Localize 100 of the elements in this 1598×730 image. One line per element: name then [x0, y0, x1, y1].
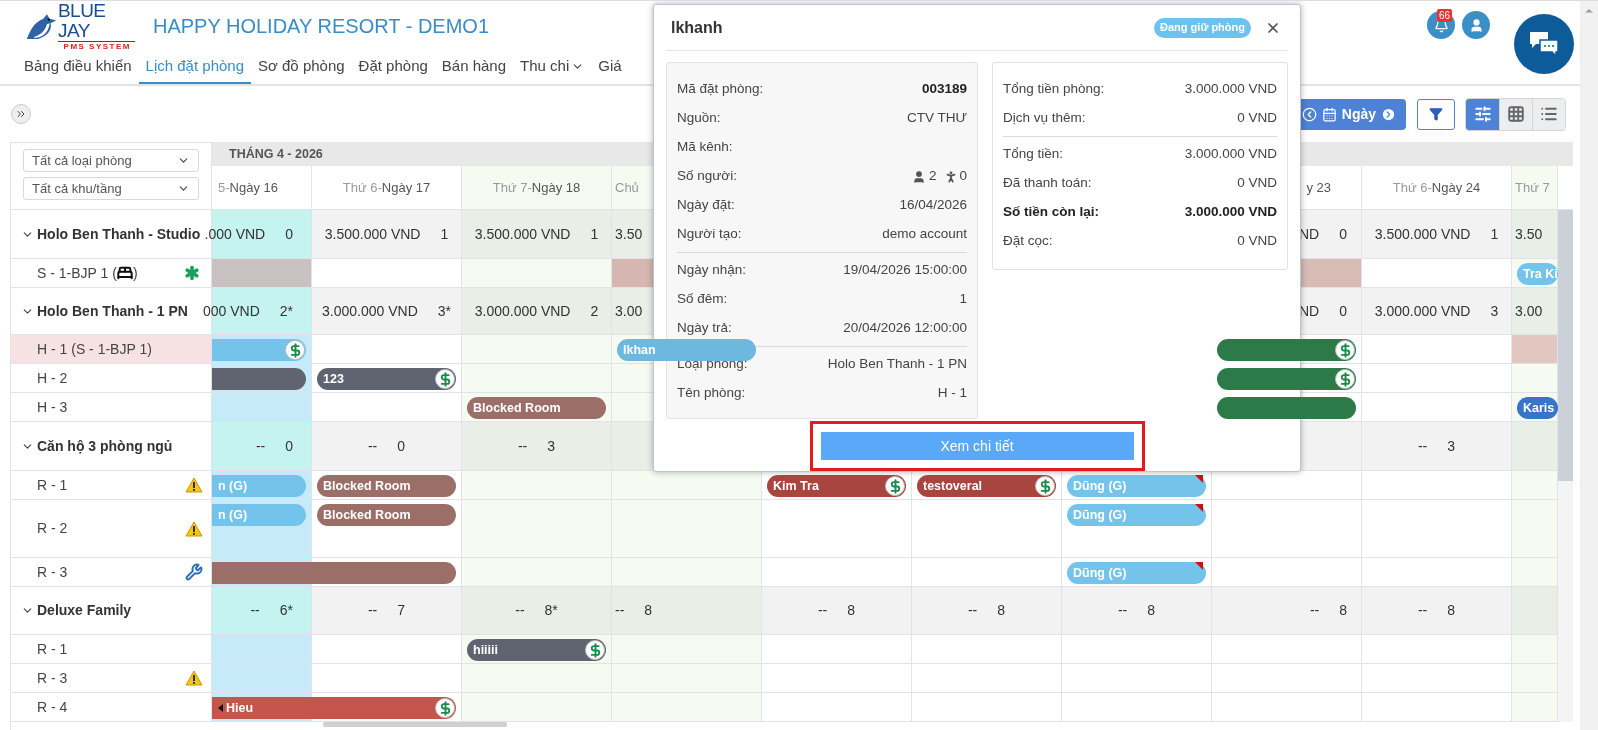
weekday-label: Thứ 7 — [1515, 178, 1550, 197]
room-type-name: Holo Ben Thanh - 1 PN — [37, 301, 188, 321]
price-text: -- — [255, 436, 266, 456]
day-label: Ngày 24 — [1431, 178, 1481, 197]
room-name: S - 1-BJP 1 ( — [37, 263, 117, 283]
field-label: Số đêm: — [677, 290, 728, 309]
count-text: 7 — [397, 601, 406, 620]
count-text: 3 — [1447, 436, 1456, 456]
weekday-label: Thứ 7- — [492, 178, 532, 197]
price-text: -- — [817, 601, 828, 620]
count-text: 0 — [285, 224, 293, 244]
count-text: 8 — [1447, 601, 1456, 620]
count-text: 0 — [285, 436, 293, 456]
field-value: 0 VND — [1237, 174, 1277, 193]
count-text: 2* — [279, 301, 293, 321]
field-value: 19/04/2026 15:00:00 — [843, 261, 967, 280]
count-text: 8* — [544, 601, 558, 620]
child-count: 0 — [959, 167, 967, 186]
weekday-label: 5- — [218, 178, 230, 197]
count-text: 8 — [847, 601, 856, 620]
field-label: Đã thanh toán: — [1003, 174, 1092, 193]
count-text: 6* — [279, 601, 293, 620]
room-name: R - 3 — [37, 668, 68, 688]
price-text: -- — [515, 601, 525, 620]
field-label: Tên phòng: — [677, 384, 746, 403]
field-label: Ngày nhận: — [677, 261, 747, 280]
field-value: H - 1 — [937, 384, 967, 403]
count-text: 0 — [1339, 301, 1347, 321]
count-text: 8 — [997, 601, 1006, 620]
price-text: -- — [615, 601, 625, 620]
field-value: 3.000.000 VND — [1184, 203, 1277, 222]
count-text: 3 — [547, 436, 556, 456]
room-type-name: Deluxe Family — [37, 601, 132, 620]
count-text: 0 — [1339, 224, 1347, 244]
month-label: THÁNG 4 - 2026 — [229, 145, 323, 163]
day-label: Ngày 17 — [381, 178, 431, 197]
price-text: 3.000.000 VND — [322, 301, 418, 321]
field-value: 003189 — [921, 80, 967, 99]
weekday-label: Thứ 6- — [342, 178, 382, 197]
day-label: y 23 — [1306, 178, 1331, 197]
price-text: 3.000.000 VND — [1374, 301, 1471, 321]
field-value: 20/04/2026 12:00:00 — [843, 319, 967, 338]
status-badge: Đang giữ phòng — [1154, 17, 1251, 38]
field-label: Mã kênh: — [677, 138, 733, 157]
price-text: -- — [517, 436, 528, 456]
count-text: 1 — [440, 224, 449, 244]
room-name: R - 3 — [37, 562, 68, 582]
count-text: 8 — [644, 601, 653, 620]
count-text: 8 — [1147, 601, 1156, 620]
field-value: Holo Ben Thanh - 1 PN — [827, 355, 967, 374]
price-text: .000 VND — [204, 224, 266, 244]
day-label: Ngày 18 — [531, 178, 581, 197]
field-label: Nguồn: — [677, 109, 721, 128]
notification-badge: 66 — [1437, 9, 1453, 22]
adult-count: 2 — [928, 167, 937, 186]
weekday-label: Chủ — [615, 178, 639, 197]
count-text: 8 — [1339, 601, 1347, 620]
price-text: -- — [250, 601, 260, 620]
price-text: 3.000.000 VND — [474, 301, 571, 321]
price-text: 3.500.000 VND — [324, 224, 421, 244]
price-text: 3.50 — [1515, 224, 1543, 244]
logo-tagline: PMS SYSTEM — [63, 41, 131, 52]
popup-title: lkhanh — [671, 17, 723, 38]
price-text: 3.500.000 VND — [474, 224, 571, 244]
room-name: H - 3 — [37, 397, 68, 417]
count-text: 3* — [437, 301, 451, 321]
price-text: -- — [367, 601, 378, 620]
room-name-end: ) — [132, 263, 138, 283]
room-type-name: Holo Ben Thanh - Studio — [37, 224, 201, 244]
field-label: Mã đặt phòng: — [677, 80, 764, 99]
count-text: 2 — [590, 301, 599, 321]
field-value: 3.000.000 VND — [1184, 80, 1277, 99]
field-label: Dịch vụ thêm: — [1003, 109, 1086, 128]
resort-title: HAPPY HOLIDAY RESORT - DEMO1 — [153, 14, 490, 39]
field-value: 0 VND — [1237, 232, 1277, 251]
field-label: Đặt cọc: — [1003, 232, 1053, 251]
count-text: 3 — [1490, 301, 1499, 321]
price-text: -- — [367, 436, 378, 456]
count-text: 1 — [590, 224, 599, 244]
price-text: 3.00 — [1515, 301, 1543, 321]
price-text: 3.00 — [615, 301, 643, 321]
price-text: 3.500.000 VND — [1374, 224, 1471, 244]
field-label: Ngày trả: — [677, 319, 732, 338]
price-text: 3.50 — [615, 224, 643, 244]
field-label: Người tạo: — [677, 225, 742, 244]
field-value: CTV THƯ — [906, 109, 967, 128]
field-label: Tổng tiền: — [1003, 145, 1064, 164]
room-name: H - 2 — [37, 368, 68, 388]
count-text: 1 — [1490, 224, 1499, 244]
field-label: Số tiền còn lại: — [1003, 203, 1099, 222]
price-text: -- — [1417, 601, 1428, 620]
price-text: -- — [1117, 601, 1128, 620]
field-label: Số người: — [677, 167, 737, 186]
price-text: -- — [967, 601, 978, 620]
room-name: R - 1 — [37, 475, 68, 495]
field-label: Tổng tiền phòng: — [1003, 80, 1105, 99]
room-name: H - 1 (S - 1-BJP 1) — [37, 339, 152, 359]
field-label: Ngày đặt: — [677, 196, 735, 215]
weekday-label: Thứ 6- — [1392, 178, 1432, 197]
room-name: R - 1 — [37, 639, 68, 659]
